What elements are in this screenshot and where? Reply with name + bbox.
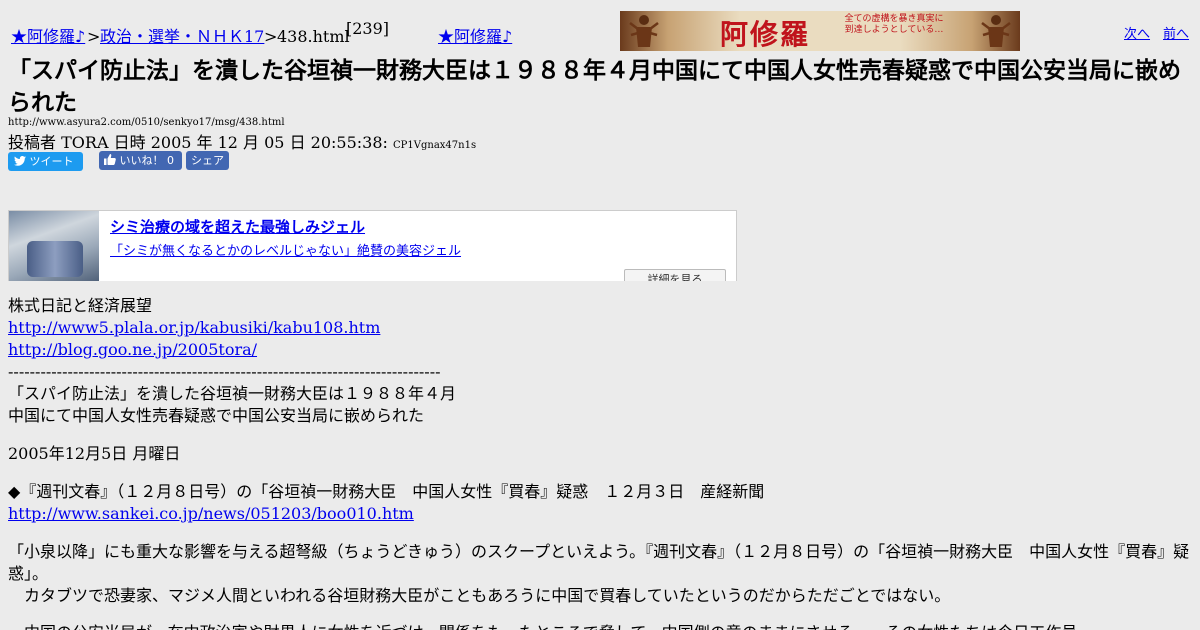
twitter-bird-icon — [14, 156, 26, 166]
banner-tagline: 全ての虚構を暴き真実に到達しようとしている… — [844, 14, 944, 35]
ad-title-link[interactable]: シミ治療の域を超えた最強しみジェル — [110, 216, 365, 237]
divider-line: ----------------------------------------… — [8, 362, 441, 381]
article-paragraph: 「小泉以降」にも重大な影響を与える超弩級（ちょうどきゅう）のスクープといえよう。… — [8, 542, 1190, 583]
breadcrumb-board-link[interactable]: 政治・選挙・ＮＨＫ17 — [100, 27, 264, 47]
prev-link[interactable]: 前へ — [1163, 23, 1189, 42]
ad-details-button[interactable]: 詳細を見る — [624, 269, 726, 281]
blog-name: 株式日記と経済展望 — [8, 296, 153, 315]
like-label: いいね！ — [119, 154, 164, 167]
like-count: 0 — [167, 154, 174, 167]
breadcrumb-separator: > — [87, 27, 101, 46]
quote-heading: ◆『週刊文春』（１２月８日号）の「谷垣禎一財務大臣 中国人女性『買春』疑惑 １２… — [8, 482, 765, 501]
ad-product-image[interactable] — [9, 211, 99, 281]
article-date: 2005年12月5日 月曜日 — [8, 444, 181, 463]
post-id: CP1Vgnax47n1s — [393, 140, 477, 151]
thumbs-up-icon — [104, 154, 116, 165]
post-date: 2005 年 12 月 05 日 20:55:38: — [150, 133, 388, 152]
share-label: シェア — [191, 154, 224, 167]
like-button[interactable]: いいね！ 0 — [99, 151, 182, 170]
breadcrumb-separator: > — [264, 27, 278, 46]
ad-block[interactable]: シミ治療の域を超えた最強しみジェル 「シミが無くなるとかのレベルじゃない」絶賛の… — [8, 210, 737, 281]
tweet-button[interactable]: ツイート — [8, 152, 83, 171]
statue-figure-icon — [629, 15, 659, 47]
author-prefix: 投稿者 — [8, 133, 57, 152]
author-name: TORA — [61, 133, 109, 152]
blog-link-2[interactable]: http://blog.goo.ne.jp/2005tora/ — [8, 339, 257, 361]
date-label: 日時 — [113, 133, 146, 152]
breadcrumb-current-page: 438.html — [277, 27, 350, 46]
jar-image — [27, 241, 83, 277]
statue-figure-icon — [981, 15, 1011, 47]
page-title: 「スパイ防止法」を潰した谷垣禎一財務大臣は１９８８年４月中国にて中国人女性売春疑… — [8, 58, 1181, 116]
banner-title: 阿修羅 — [720, 18, 811, 51]
ad-description-link[interactable]: 「シミが無くなるとかのレベルじゃない」絶賛の美容ジェル — [110, 240, 461, 259]
post-meta: 投稿者 TORA 日時 2005 年 12 月 05 日 20:55:38: C… — [8, 129, 476, 153]
sankei-link[interactable]: http://www.sankei.co.jp/news/051203/boo0… — [8, 503, 414, 525]
next-link[interactable]: 次へ — [1124, 23, 1150, 42]
share-button[interactable]: シェア — [186, 151, 229, 170]
site-banner[interactable]: 阿修羅 全ての虚構を暴き真実に到達しようとしている… — [620, 11, 1020, 51]
article-paragraph: カタブツで恐妻家、マジメ人間といわれる谷垣財務大臣がこともあろうに中国で買春して… — [8, 586, 951, 605]
tweet-label: ツイート — [29, 155, 74, 168]
article-title-line-2: 中国にて中国人女性売春疑惑で中国公安当局に嵌められた — [8, 406, 425, 425]
blog-link-1[interactable]: http://www5.plala.or.jp/kabusiki/kabu108… — [8, 317, 380, 339]
article-title-line-1: 「スパイ防止法」を潰した谷垣禎一財務大臣は１９８８年４月 — [8, 384, 457, 403]
source-url: http://www.asyura2.com/0510/senkyo17/msg… — [8, 117, 285, 128]
article-paragraph: 中国の公安当局が、在中政治家や財界人に女性を近づけ、関係をもったところで脅して、… — [8, 622, 1194, 630]
home-link[interactable]: ★阿修羅♪ — [438, 27, 512, 47]
view-count: [239] — [346, 19, 390, 38]
breadcrumb-home-link[interactable]: ★阿修羅♪ — [11, 27, 85, 47]
